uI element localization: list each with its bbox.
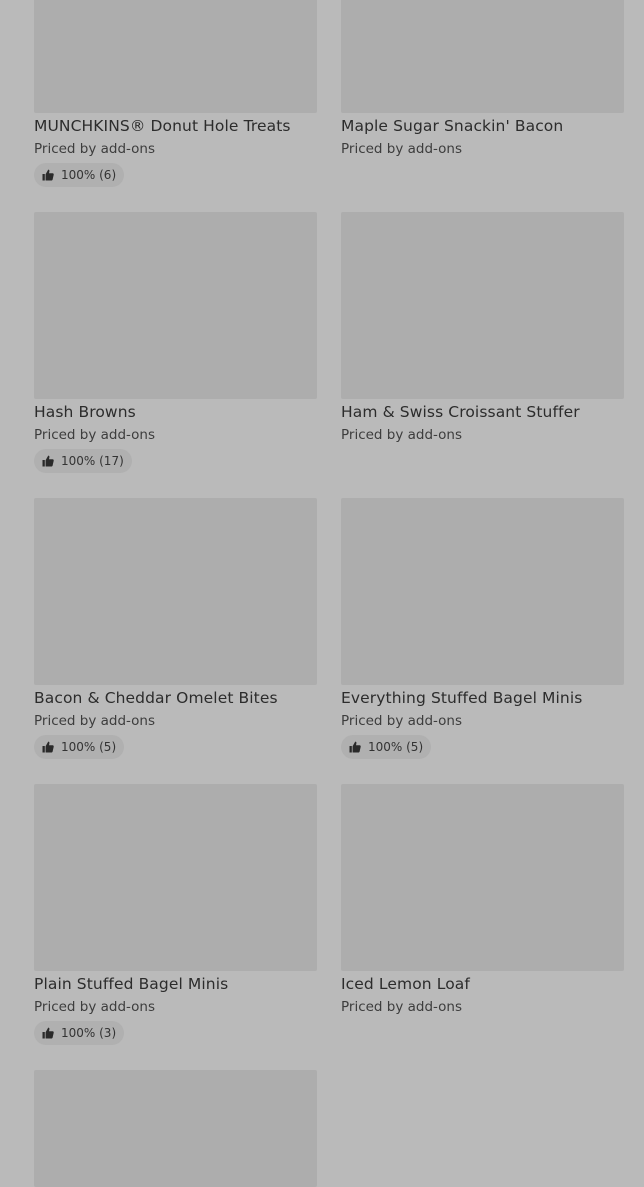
item-image [34,498,317,685]
rating-badge: 100% (3) [34,1021,125,1045]
thumbs-up-icon [42,169,54,181]
menu-item-grid: MUNCHKINS® Donut Hole Treats Priced by a… [0,0,644,1187]
item-name: Everything Stuffed Bagel Minis [341,689,583,707]
rating-badge: 100% (5) [34,735,125,759]
thumbs-up-icon [349,741,361,753]
rating-text: 100% (5) [61,740,117,754]
item-name: Bacon & Cheddar Omelet Bites [34,689,278,707]
thumbs-up-icon [42,1027,54,1039]
rating-badge: 100% (17) [34,449,132,473]
item-price: Priced by add-ons [341,427,463,443]
rating-badge: 100% (6) [34,163,125,187]
item-image [34,784,317,971]
item-image [341,498,624,685]
item-name: Hash Browns [34,403,136,421]
item-image [341,212,624,399]
thumbs-up-icon [42,455,54,467]
rating-text: 100% (5) [368,740,424,754]
item-name: Ham & Swiss Croissant Stuffer [341,403,580,421]
rating-text: 100% (17) [61,454,124,468]
item-image [341,0,624,113]
item-price: Priced by add-ons [34,427,156,443]
item-price: Priced by add-ons [34,713,156,729]
item-price: Priced by add-ons [34,141,156,157]
item-image [341,784,624,971]
item-name: MUNCHKINS® Donut Hole Treats [34,117,291,135]
item-image [34,1070,317,1187]
rating-text: 100% (3) [61,1026,117,1040]
item-price: Priced by add-ons [341,141,463,157]
item-price: Priced by add-ons [341,713,463,729]
item-name: Iced Lemon Loaf [341,975,470,993]
item-name: Maple Sugar Snackin' Bacon [341,117,564,135]
rating-text: 100% (6) [61,168,117,182]
item-price: Priced by add-ons [341,999,463,1015]
item-image [34,0,317,113]
item-price: Priced by add-ons [34,999,156,1015]
rating-badge: 100% (5) [341,735,432,759]
item-name: Plain Stuffed Bagel Minis [34,975,229,993]
item-image [34,212,317,399]
thumbs-up-icon [42,741,54,753]
